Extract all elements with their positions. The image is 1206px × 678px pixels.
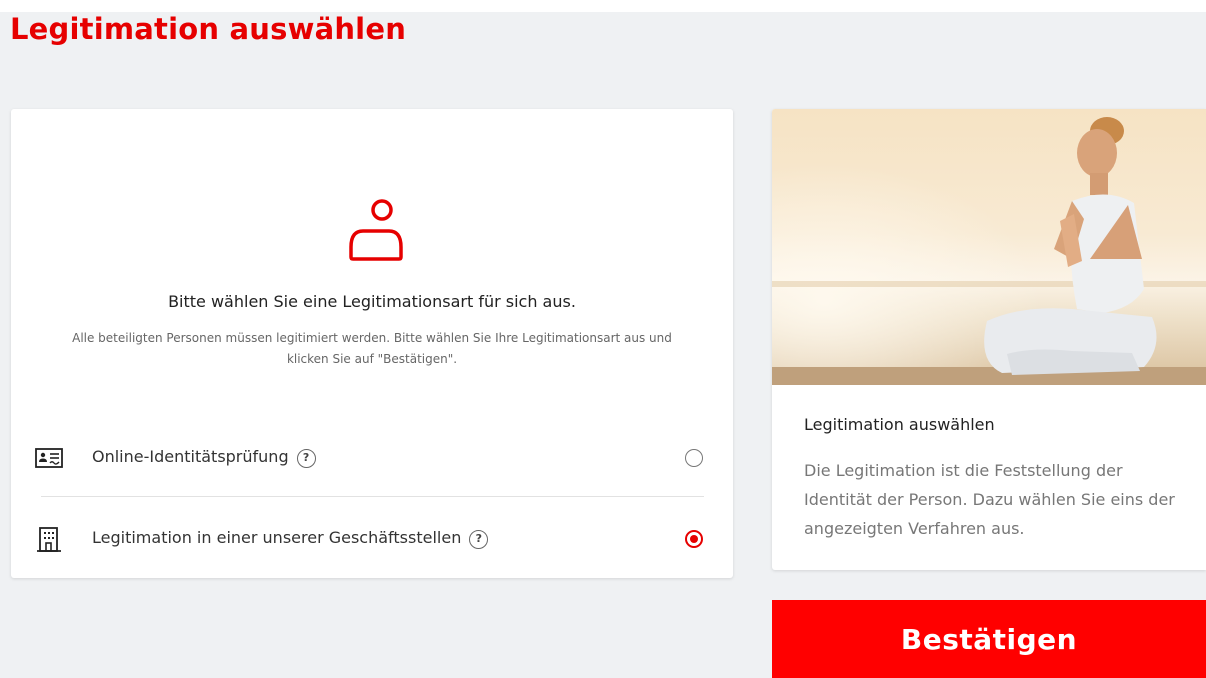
option-label: Legitimation in einer unserer Geschäftss…	[92, 528, 489, 549]
person-icon	[349, 199, 403, 261]
option-divider	[41, 496, 704, 497]
option-label-text: Online-Identitätsprüfung	[92, 447, 289, 466]
page-title: Legitimation auswählen	[10, 12, 407, 46]
info-card: Legitimation auswählen Die Legitimation …	[772, 109, 1206, 570]
option-label-text: Legitimation in einer unserer Geschäftss…	[92, 528, 462, 547]
option-online-identity-check[interactable]: Online-Identitätsprüfung?	[31, 433, 713, 483]
yoga-meditation-image	[772, 109, 1206, 385]
building-icon	[37, 527, 61, 552]
info-title: Legitimation auswählen	[804, 415, 995, 434]
selection-heading: Bitte wählen Sie eine Legitimationsart f…	[168, 292, 576, 311]
radio-branch-legitimation[interactable]	[685, 530, 703, 548]
radio-online-identity-check[interactable]	[685, 449, 703, 467]
confirm-button[interactable]: Bestätigen	[772, 600, 1206, 678]
option-branch-legitimation[interactable]: Legitimation in einer unserer Geschäftss…	[31, 514, 713, 564]
legitimation-selection-card: Bitte wählen Sie eine Legitimationsart f…	[11, 109, 733, 578]
selection-description: Alle beteiligten Personen müssen legitim…	[72, 331, 672, 366]
option-label: Online-Identitätsprüfung?	[92, 447, 316, 468]
info-text: Die Legitimation ist die Feststellung de…	[804, 461, 1175, 538]
help-icon[interactable]: ?	[296, 449, 316, 468]
help-icon[interactable]: ?	[469, 530, 489, 549]
id-card-icon	[35, 448, 63, 468]
